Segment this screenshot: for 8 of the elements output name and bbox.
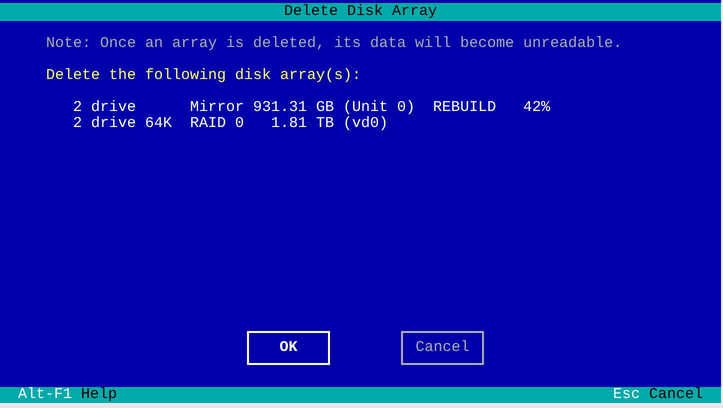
ok-button[interactable]: OK <box>247 331 330 365</box>
disk-array-row-text: 2 drive Mirror 931.31 GB (Unit 0) REBUILD 42% <box>73 100 552 116</box>
warning-note: Note: Once an array is deleted, its data will become unreadable. <box>46 36 624 52</box>
window-title: Delete Disk Array <box>284 4 438 20</box>
list-heading: Delete the following disk array(s): <box>46 68 362 84</box>
cancel-hint: Esc Cancel <box>612 387 703 403</box>
help-hint: Alt-F1 Help <box>18 387 118 403</box>
disk-array-row-text: 2 drive 64K RAID 0 1.81 TB (vd0) <box>73 116 390 132</box>
